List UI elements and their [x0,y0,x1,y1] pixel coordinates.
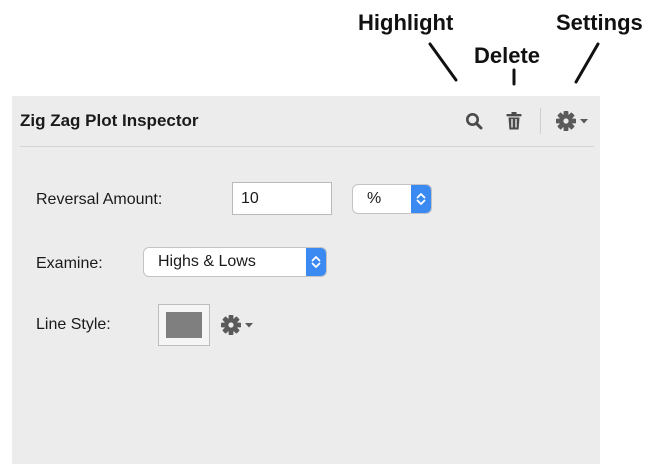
panel-title: Zig Zag Plot Inspector [20,111,199,130]
header-divider [20,146,594,147]
examine-label: Examine: [36,255,103,272]
popup-arrows-icon [411,185,431,213]
toolbar-separator [540,108,541,134]
callout-delete: Delete [474,43,541,68]
magnifier-icon [466,113,483,130]
reversal-amount-input[interactable] [232,182,332,215]
examine-popup[interactable]: Highs & Lows [143,247,327,277]
popup-arrows-icon [306,248,326,276]
examine-value: Highs & Lows [158,253,256,270]
line-color-well[interactable] [158,304,210,346]
reversal-unit-popup[interactable]: % [352,184,432,214]
arrow-settings [574,42,600,84]
reversal-unit-value: % [367,190,382,207]
callout-settings: Settings [556,10,643,35]
callout-highlight: Highlight [358,10,454,35]
line-color-swatch [166,312,202,338]
gear-dropdown-icon [556,111,588,131]
trash-icon [506,112,522,130]
line-style-label: Line Style: [36,316,111,333]
gear-dropdown-icon [221,315,253,335]
stage: Highlight Delete Settings Zig Zag Plot I… [0,0,661,464]
settings-button[interactable] [552,108,594,134]
line-style-options-button[interactable] [220,312,264,338]
reversal-amount-label: Reversal Amount: [36,191,163,208]
panel-header: Zig Zag Plot Inspector [12,96,600,146]
arrow-highlight [428,42,458,82]
highlight-button[interactable] [461,108,487,134]
inspector-panel: Zig Zag Plot Inspector Reversal Amount: … [12,96,600,464]
delete-button[interactable] [501,108,527,134]
